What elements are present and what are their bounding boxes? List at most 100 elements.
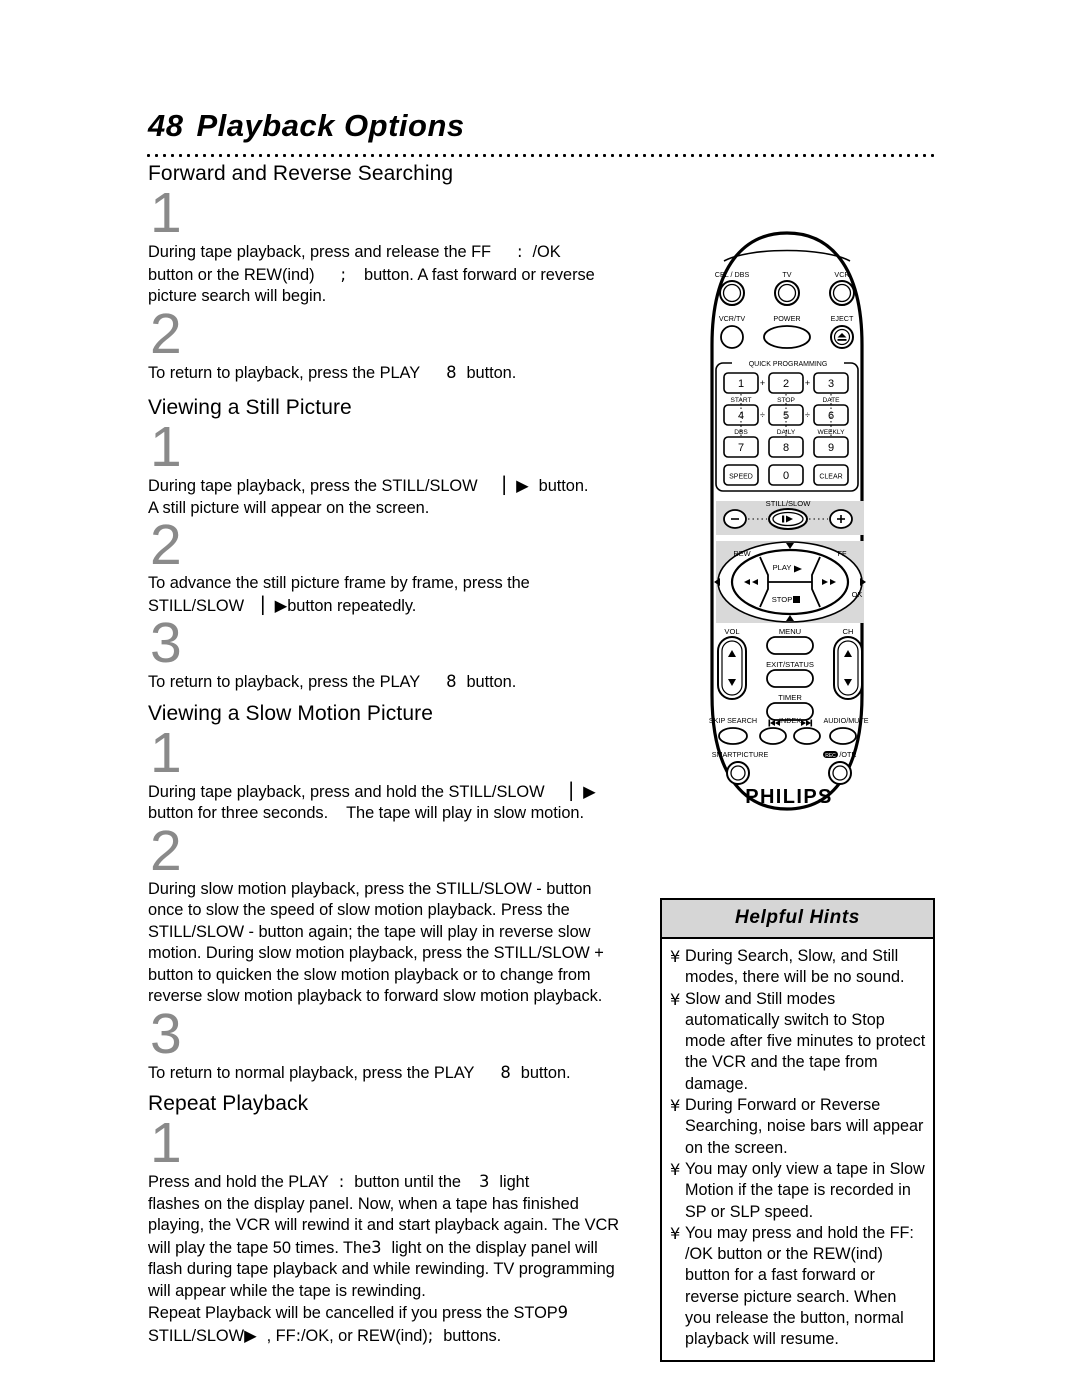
label-menu: MENU — [779, 627, 801, 636]
label-timer: TIMER — [778, 693, 802, 702]
step-number: 2 — [150, 513, 182, 577]
rec-badge-label: REC — [825, 753, 836, 759]
step-text-part: button repeatedly. — [287, 596, 417, 615]
hint-bullet-icon: ¥ — [670, 989, 681, 1009]
index-prev-bar — [768, 719, 771, 727]
step-number: 3 — [150, 611, 182, 675]
step-text-part: flashes on the display panel. Now, when … — [148, 1194, 579, 1213]
step-text: During slow motion playback, press the S… — [148, 879, 658, 1008]
rocker-ch-inner — [837, 640, 859, 696]
key-speed-label: SPEED — [729, 474, 753, 481]
sign-plus-2: + — [805, 378, 810, 388]
section-heading-forward-reverse-searching: Forward and Reverse Searching — [148, 162, 454, 185]
sublabel-start: START — [730, 397, 751, 404]
step-text-part: playing, the VCR will rewind it and star… — [148, 1216, 620, 1234]
button-tv-inner — [777, 283, 797, 303]
label-audio-mute: AUDIO/MUTE — [823, 716, 868, 725]
hint-bullet-icon: ¥ — [670, 947, 681, 966]
step-text-part: During tape playback, press and hold the… — [148, 782, 545, 801]
step-text-part: button. — [466, 363, 517, 382]
stop-symbol: 9 — [557, 1303, 569, 1322]
index-next-bar — [810, 719, 813, 727]
button-cbl-dbs-inner — [722, 283, 742, 303]
hint-text: You may press and hold the FF: /OK butto… — [685, 1223, 914, 1349]
step-text-part: During tape playback, press and release … — [148, 243, 492, 261]
still-bar-icon — [782, 515, 785, 523]
label-power: POWER — [773, 314, 800, 323]
step-text-part: Press and hold the PLAY — [148, 1173, 329, 1191]
key-9-label: 9 — [828, 442, 834, 454]
play-symbol: : — [338, 1172, 345, 1191]
hint-text: During Search, Slow, and Still modes, th… — [685, 947, 905, 987]
label-cbl-dbs: CBL / DBS — [715, 270, 750, 279]
step-text-part: light — [499, 1173, 530, 1191]
brand-philips: PHILIPS — [745, 786, 833, 808]
step-text-part: To return to playback, press the PLAY — [148, 363, 421, 382]
label-ch: CH — [843, 627, 854, 636]
step-text: To advance the still picture frame by fr… — [148, 573, 658, 617]
label-smartpicture: SMARTPICTURE — [712, 750, 769, 759]
label-ff: FF — [837, 549, 847, 558]
step-text-part: , FF — [266, 1326, 296, 1345]
step-number: 2 — [150, 818, 182, 883]
section-heading-viewing-slow-motion: Viewing a Slow Motion Picture — [148, 701, 433, 725]
step-text-part: To return to playback, press the PLAY — [148, 673, 421, 691]
key-0-label: 0 — [783, 470, 789, 482]
label-exit-status: EXIT/STATUS — [766, 660, 814, 669]
step-text-part: STILL/SLOW - button again; the tape will… — [148, 922, 591, 941]
hint-text: During Forward or Reverse Searching, noi… — [685, 1096, 924, 1157]
step-number: 1 — [150, 1111, 182, 1175]
still-slow-symbol: ▏▶ — [503, 476, 529, 495]
label-rew: REW — [733, 549, 750, 558]
step-text-part: button. — [466, 673, 517, 691]
helpful-hints-title: Helpful Hints — [662, 900, 933, 939]
step-text-part: button or the REW(ind) — [148, 265, 315, 284]
sublabel-stop: STOP — [777, 397, 795, 404]
label-eject: EJECT — [831, 314, 854, 323]
step-text-part: will appear while the tape is rewinding. — [148, 1281, 426, 1300]
step-text-part: once to slow the speed of slow motion pl… — [148, 901, 570, 919]
label-vcr: VCR — [834, 270, 849, 279]
hint-item: ¥ You may only view a tape in Slow Motio… — [670, 1159, 927, 1223]
key-8-label: 8 — [783, 442, 789, 454]
step-text-part: A still picture will appear on the scree… — [148, 498, 430, 517]
button-vcr-tv — [720, 325, 744, 349]
step-number: 3 — [150, 1001, 182, 1066]
button-smartpicture-inner — [730, 765, 746, 781]
sublabel-date: DATE — [822, 397, 840, 404]
hint-item: ¥ During Forward or Reverse Searching, n… — [670, 1095, 927, 1159]
hint-item: ¥ During Search, Slow, and Still modes, … — [670, 946, 927, 989]
still-slow-symbol: ▏▶ — [570, 781, 596, 801]
button-index-prev — [759, 727, 787, 745]
step-text-part: /OK, or REW(ind) — [301, 1326, 428, 1345]
step-text-part: During slow motion playback, press the S… — [148, 879, 592, 898]
key-3-label: 3 — [828, 378, 834, 390]
step-text: Press and hold the PLAY: button until the… — [148, 1171, 658, 1347]
rew-symbol: ; — [427, 1325, 434, 1345]
step-number: 1 — [150, 720, 182, 785]
label-play: PLAY — [773, 563, 792, 572]
page-title: 48 Playback Options — [148, 108, 465, 144]
button-index-next — [793, 727, 821, 745]
section-heading-repeat-playback: Repeat Playback — [148, 1092, 309, 1115]
step-number: 1 — [150, 415, 182, 479]
key-clear-label: CLEAR — [819, 474, 842, 481]
still-slow-symbol: ▶ — [244, 1325, 257, 1345]
label-tv: TV — [782, 270, 791, 279]
step-text-part: STILL/SLOW — [148, 1326, 245, 1345]
label-otr: /OTR — [839, 750, 856, 759]
ff-symbol: : — [517, 242, 523, 261]
play-symbol: 8 — [446, 362, 457, 382]
step-text-part: light on the display panel will — [391, 1238, 598, 1257]
step-text-part: To return to normal playback, press the … — [148, 1063, 475, 1082]
instructions-column: Forward and Reverse Searching 1 During t… — [148, 160, 658, 1347]
sign-divide-1: ÷ — [760, 410, 765, 420]
button-skip-search — [718, 727, 748, 745]
step-text-part: buttons. — [443, 1326, 502, 1345]
key-4-label: 4 — [738, 410, 744, 422]
hint-bullet-icon: ¥ — [670, 1096, 681, 1116]
step-text: To return to playback, press the PLAY 8 bu… — [148, 671, 658, 694]
key-5-label: 5 — [783, 410, 789, 422]
step-text: To return to playback, press the PLAY 8 bu… — [148, 362, 658, 385]
label-still-slow: STILL/SLOW — [766, 499, 812, 508]
